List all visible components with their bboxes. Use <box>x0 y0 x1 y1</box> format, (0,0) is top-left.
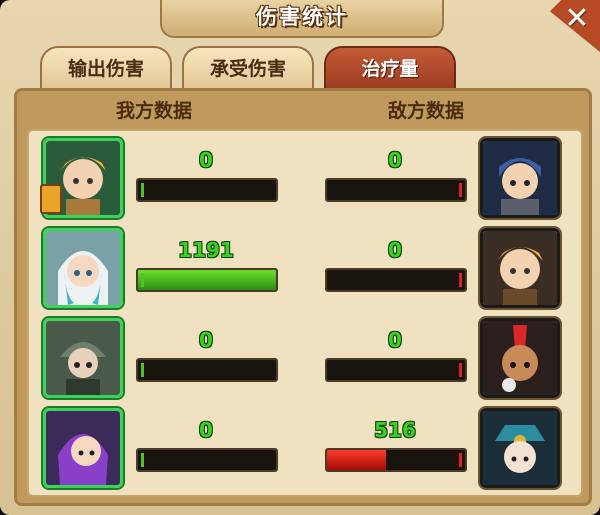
enemy-bar <box>325 268 467 292</box>
enemy-value: 0 <box>388 148 402 172</box>
enemy-bar <box>325 448 467 472</box>
stats-row: 0 516 <box>0 402 600 490</box>
window-title: 伤害统计 <box>256 5 348 29</box>
ally-bar <box>136 358 278 382</box>
enemy-bar-fill <box>327 450 387 470</box>
ally-hero-portrait[interactable] <box>43 408 123 488</box>
enemy-value: 0 <box>388 238 402 262</box>
enemy-value: 0 <box>388 328 402 352</box>
ally-bar <box>136 448 278 472</box>
tab-label: 治疗量 <box>361 58 419 80</box>
ally-value: 0 <box>199 328 213 352</box>
bar-tick <box>459 183 462 197</box>
bar-tick <box>459 453 462 467</box>
ally-value: 1191 <box>178 238 234 262</box>
ally-hero-portrait[interactable] <box>43 228 123 308</box>
enemy-hero-portrait[interactable] <box>480 408 560 488</box>
bar-tick <box>141 273 144 287</box>
ally-value: 0 <box>199 418 213 442</box>
ally-bar-fill <box>138 270 276 290</box>
enemy-bar <box>325 358 467 382</box>
stats-row: 0 0 <box>0 132 600 220</box>
ally-value: 0 <box>199 148 213 172</box>
enemy-hero-portrait[interactable] <box>480 228 560 308</box>
leader-badge-icon <box>40 184 62 214</box>
tab-label: 承受伤害 <box>209 58 286 80</box>
enemy-hero-portrait[interactable] <box>480 138 560 218</box>
bar-tick <box>459 273 462 287</box>
enemy-value: 516 <box>374 418 416 442</box>
tab-label: 输出伤害 <box>67 58 144 80</box>
bar-tick <box>141 363 144 377</box>
ally-bar <box>136 268 278 292</box>
enemy-hero-portrait[interactable] <box>480 318 560 398</box>
enemy-bar <box>325 178 467 202</box>
bar-tick <box>459 363 462 377</box>
close-icon[interactable]: ✕ <box>562 4 592 34</box>
ally-hero-portrait[interactable] <box>43 318 123 398</box>
damage-stats-window: 伤害统计 ✕ 输出伤害 承受伤害 治疗量 我方数据 敌方数据 0 0 1191 … <box>0 0 600 515</box>
ally-bar <box>136 178 278 202</box>
title-banner: 伤害统计 <box>160 0 444 38</box>
enemy-header: 敌方数据 <box>388 100 465 122</box>
stats-row: 0 0 <box>0 312 600 400</box>
bar-tick <box>141 183 144 197</box>
stats-row: 1191 0 <box>0 222 600 310</box>
bar-tick <box>141 453 144 467</box>
ally-header: 我方数据 <box>116 100 193 122</box>
